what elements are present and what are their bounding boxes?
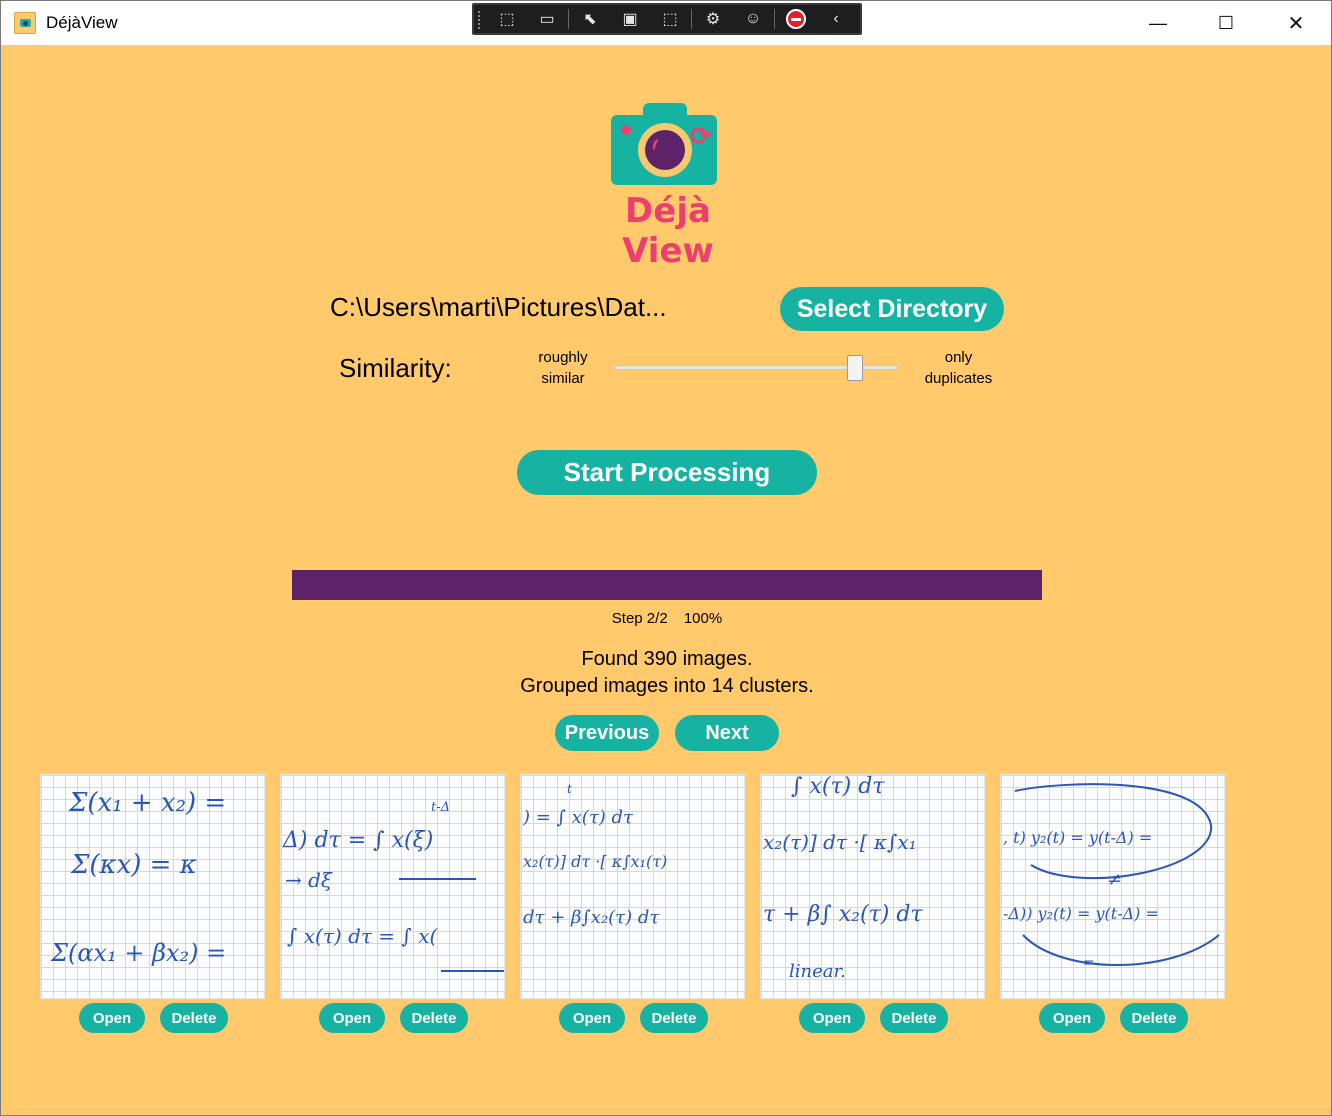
formula-line: τ + β∫ x₂(τ) dτ (763, 902, 923, 927)
previous-button[interactable]: Previous (555, 715, 659, 751)
slider-max-label-line2: duplicates (924, 370, 993, 387)
formula-line: → dξ (285, 868, 333, 892)
progress-step: Step 2/2 (611, 610, 668, 627)
formula-line: t-Δ (431, 800, 450, 815)
video-icon[interactable]: ▭ (528, 6, 566, 32)
formula-line: x₂(τ)] dτ ·[ κ∫x₁(τ) (523, 852, 667, 871)
formula-line: = (1083, 955, 1095, 971)
close-button[interactable]: ✕ (1261, 1, 1331, 45)
formula-line: Δ) dτ = ∫ x(ξ) (282, 828, 433, 853)
title-bar: DéjàView ⬚ ▭ ⬉ ▣ ⬚ ⚙ ☺ ‹ — ☐ ✕ (1, 1, 1331, 45)
formula-line: Σ(αx₁ + βx₂) = (50, 939, 226, 967)
open-button[interactable]: Open (319, 1003, 385, 1033)
delete-button[interactable]: Delete (1120, 1003, 1188, 1033)
result-found: Found 390 images. (581, 648, 753, 670)
result-clusters: Grouped images into 14 clusters. (520, 675, 814, 697)
next-button[interactable]: Next (675, 715, 779, 751)
cluster-image-3: t ) = ∫ x(τ) dτ x₂(τ)] dτ ·[ κ∫x₁(τ) dτ … (520, 774, 745, 999)
open-button[interactable]: Open (799, 1003, 865, 1033)
formula-line: Σ(x₁ + x₂) = (68, 788, 226, 818)
progress-bar (292, 570, 1042, 600)
live-visual-tree-icon[interactable]: ⬚ (488, 6, 526, 32)
formula-line: Σ(κx) = κ (70, 850, 197, 880)
open-button[interactable]: Open (1039, 1003, 1105, 1033)
formula-line: -Δ)) y₂(t) = y(t-Δ) = (1003, 904, 1159, 923)
collapse-icon[interactable]: ‹ (817, 6, 855, 32)
formula-line: x₂(τ)] dτ ·[ κ∫x₁ (763, 830, 917, 854)
formula-line: , t) y₂(t) = y(t-Δ) = (1003, 828, 1152, 847)
select-directory-button[interactable]: Select Directory (780, 287, 1004, 331)
similarity-label: Similarity: (339, 353, 452, 383)
slider-max-label-line1: only (944, 349, 973, 366)
maximize-button[interactable]: ☐ (1191, 1, 1261, 45)
formula-line: t (567, 782, 572, 796)
xaml-debug-toolbar: ⬚ ▭ ⬉ ▣ ⬚ ⚙ ☺ ‹ (472, 3, 862, 35)
accessibility-icon[interactable]: ☺ (734, 6, 772, 32)
display-layout-icon[interactable]: ▣ (611, 6, 649, 32)
app-logo: ⟳ Déjà View (583, 101, 753, 271)
stop-icon[interactable] (777, 6, 815, 32)
start-processing-button[interactable]: Start Processing (517, 450, 817, 495)
cluster-image-1: Σ(x₁ + x₂) = Σ(κx) = κ Σ(αx₁ + βx₂) = (40, 774, 265, 999)
formula-line: linear. (789, 961, 846, 982)
progress-status: Step 2/2 100% (292, 610, 1042, 627)
progress-fill (292, 570, 1042, 600)
app-window: DéjàView ⬚ ▭ ⬉ ▣ ⬚ ⚙ ☺ ‹ — ☐ ✕ ⟳ Déjà Vi… (0, 0, 1332, 1116)
formula-line: ) = ∫ x(τ) dτ (522, 807, 634, 828)
slider-min-label-line1: roughly (538, 349, 588, 366)
formula-line: ≠ (1107, 869, 1122, 890)
open-button[interactable]: Open (79, 1003, 145, 1033)
slider-max-label: only duplicates (911, 347, 1006, 389)
toolbar-grip-icon[interactable] (478, 11, 484, 29)
similarity-slider-thumb[interactable] (847, 355, 864, 381)
directory-path: C:\Users\marti\Pictures\Dat... (330, 292, 667, 322)
progress-percent: 100% (683, 610, 723, 627)
select-element-icon[interactable]: ⬉ (571, 6, 609, 32)
window-title: DéjàView (46, 13, 118, 32)
hot-reload-icon[interactable]: ⚙ (694, 6, 732, 32)
formula-line: dτ + β∫x₂(τ) dτ (523, 907, 660, 928)
formula-line: ∫ x(τ) dτ (791, 775, 885, 799)
delete-button[interactable]: Delete (160, 1003, 228, 1033)
cluster-image-2: t-Δ Δ) dτ = ∫ x(ξ) → dξ ∫ x(τ) dτ = ∫ x( (280, 774, 505, 999)
slider-min-label: roughly similar (523, 347, 603, 389)
open-button[interactable]: Open (559, 1003, 625, 1033)
delete-button[interactable]: Delete (400, 1003, 468, 1033)
track-focus-icon[interactable]: ⬚ (651, 6, 689, 32)
cluster-image-4: ∫ x(τ) dτ x₂(τ)] dτ ·[ κ∫x₁ τ + β∫ x₂(τ)… (760, 774, 985, 999)
sync-icon: ⟳ (690, 121, 712, 151)
delete-button[interactable]: Delete (880, 1003, 948, 1033)
minimize-button[interactable]: — (1123, 1, 1193, 45)
delete-button[interactable]: Delete (640, 1003, 708, 1033)
cluster-image-5: , t) y₂(t) = y(t-Δ) = ≠ -Δ)) y₂(t) = y(t… (1000, 774, 1225, 999)
logo-text: Déjà View (622, 191, 714, 271)
app-icon (14, 12, 36, 34)
formula-line: ∫ x(τ) dτ = ∫ x( (287, 924, 438, 948)
slider-min-label-line2: similar (541, 370, 585, 387)
